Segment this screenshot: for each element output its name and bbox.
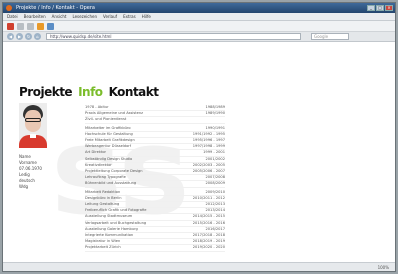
cv-years: 1999 - 2001 (203, 150, 225, 155)
portrait-photo (19, 103, 47, 148)
cv-label: Selbständig Design Studio (85, 156, 133, 161)
cv-years: 2010/2011 - 2012 (192, 195, 225, 200)
search-input[interactable]: Google (311, 33, 349, 40)
info-line: Wdg (19, 184, 29, 189)
cv-years: 2008/2009 (205, 181, 225, 186)
menu-file[interactable]: Datei (7, 13, 18, 20)
cv-years: 2009/2010 (205, 189, 225, 194)
close-button[interactable]: × (385, 5, 393, 11)
cv-years: 2007/2008 (205, 175, 225, 180)
cv-label: Freiberuflich Grafik und Fotografie (85, 208, 147, 213)
cv-label: Kreativdirektor (85, 162, 112, 167)
menu-help[interactable]: Hilfe (142, 13, 151, 20)
menu-bookmarks[interactable]: Lesezeichen (72, 13, 97, 20)
cv-label: Bühnenbild und Ausstattung (85, 181, 137, 186)
reload-icon[interactable]: ↻ (25, 33, 32, 40)
cv-list: 1978 - Abitur 1988/1989 Praxis Allgemeine … (85, 105, 225, 252)
cv-label: Mitarbeit Redaktion (85, 189, 121, 194)
cv-label: Magistratur in Wien (85, 239, 121, 244)
cv-label: Projektleitung Corporate Design (85, 169, 143, 174)
new-tab-icon[interactable] (47, 22, 54, 30)
cv-years: 1995/1996 - 1997 (192, 138, 225, 143)
nav-projekte[interactable]: Projekte (19, 85, 73, 99)
opera-menu-icon[interactable] (7, 22, 14, 30)
maximize-button[interactable]: □ (376, 5, 384, 11)
cv-row: Bühnenbild und Ausstattung 2008/2009 (85, 181, 225, 188)
cv-years: 2001/2002 (205, 156, 225, 161)
nav-info[interactable]: Info (78, 85, 103, 99)
cv-years: 2018/2019 - 2019 (192, 239, 225, 244)
cv-label: Ausstellung Stadtmuseum (85, 214, 133, 219)
cv-label: Mitarbeiter im Grafikbüro (85, 125, 131, 130)
cv-years: 1988/1989 (205, 105, 225, 109)
cv-label: Projektarbeit Zürich (85, 245, 121, 250)
cv-label: Designbüro in Berlin (85, 195, 122, 200)
site-navigation: Projekte Info Kontakt (19, 85, 159, 99)
menu-tools[interactable]: Extras (123, 13, 136, 20)
cv-years: 2005/2006 - 2007 (192, 169, 225, 174)
cv-years: 1990/1991 (205, 125, 225, 130)
cv-years: 1997/1998 - 1999 (192, 144, 225, 149)
tab-icon[interactable] (17, 22, 24, 30)
menu-view[interactable]: Ansicht (52, 13, 67, 20)
status-bar: 100% (3, 262, 395, 271)
cv-years: 1991/1992 - 1995 (192, 131, 225, 136)
zoom-level[interactable]: 100% (378, 265, 389, 270)
menu-bar: Datei Bearbeiten Ansicht Lesezeichen Ver… (3, 13, 395, 21)
url-input[interactable]: http://www.quidsp.de/site.html (46, 33, 301, 40)
cv-label: Freie Mitarbeit Grafikdesign (85, 138, 135, 143)
nav-kontakt[interactable]: Kontakt (109, 85, 159, 99)
cv-label: 1978 - Abitur (85, 105, 109, 109)
cv-years: 2017/2018 - 2018 (192, 233, 225, 238)
minimize-button[interactable]: _ (367, 5, 375, 11)
cv-label: Ausstellung Galerie Hamburg (85, 226, 138, 231)
personal-info: Name Vorname 07.06.1970 Ledig deutsch Wd… (19, 154, 42, 190)
menu-history[interactable]: Verlauf (103, 13, 117, 20)
cv-label: Lehrauftrag Typografie (85, 175, 126, 180)
menu-edit[interactable]: Bearbeiten (24, 13, 46, 20)
cv-years: 2019/2020 - 2020 (192, 245, 225, 250)
cv-label: Werbeagentur Düsseldorf (85, 144, 132, 149)
window-title: Projekte / Info / Kontakt - Opera (16, 5, 95, 11)
cv-years: 2014/2015 - 2015 (192, 214, 225, 219)
toolbar (3, 21, 395, 32)
cv-label: Praxis Allgemeine und Assistenz (85, 111, 144, 116)
page-content: ss Projekte Info Kontakt Name Vorname 07… (3, 43, 395, 263)
address-bar: ◀ ▶ ↻ ⌂ http://www.quidsp.de/site.html G… (3, 32, 395, 42)
cv-years: 2016/2017 (205, 226, 225, 231)
browser-window: Projekte / Info / Kontakt - Opera _ □ × … (2, 2, 396, 272)
cv-years: 2012/2013 (205, 202, 225, 207)
home-icon[interactable]: ⌂ (34, 33, 41, 40)
rss-icon[interactable] (37, 22, 44, 30)
cv-row: Projektarbeit Zürich 2019/2020 - 2020 (85, 245, 225, 252)
window-controls: _ □ × (367, 5, 393, 11)
cv-label: Art Direktor (85, 150, 107, 155)
forward-arrow-icon[interactable]: ▶ (16, 33, 23, 40)
cv-years: 2013/2014 (205, 208, 225, 213)
tab-icon[interactable] (27, 22, 34, 30)
cv-label: Hochschule für Gestaltung (85, 131, 133, 136)
cv-label: Zivil- und Pionierdienst (85, 117, 127, 122)
title-bar: Projekte / Info / Kontakt - Opera _ □ × (3, 3, 395, 13)
opera-logo-icon (6, 5, 12, 11)
cv-label: Verlagsarbeit und Buchgestaltung (85, 220, 147, 225)
cv-years: 1989/1990 (205, 111, 225, 116)
cv-row: Zivil- und Pionierdienst (85, 117, 225, 124)
cv-label: Leitung Gestaltung (85, 202, 120, 207)
cv-years: 2015/2016 - 2016 (192, 220, 225, 225)
cv-years: 2002/2003 - 2005 (192, 162, 225, 167)
cv-label: Integrierte Kommunikation (85, 233, 134, 238)
back-arrow-icon[interactable]: ◀ (7, 33, 14, 40)
